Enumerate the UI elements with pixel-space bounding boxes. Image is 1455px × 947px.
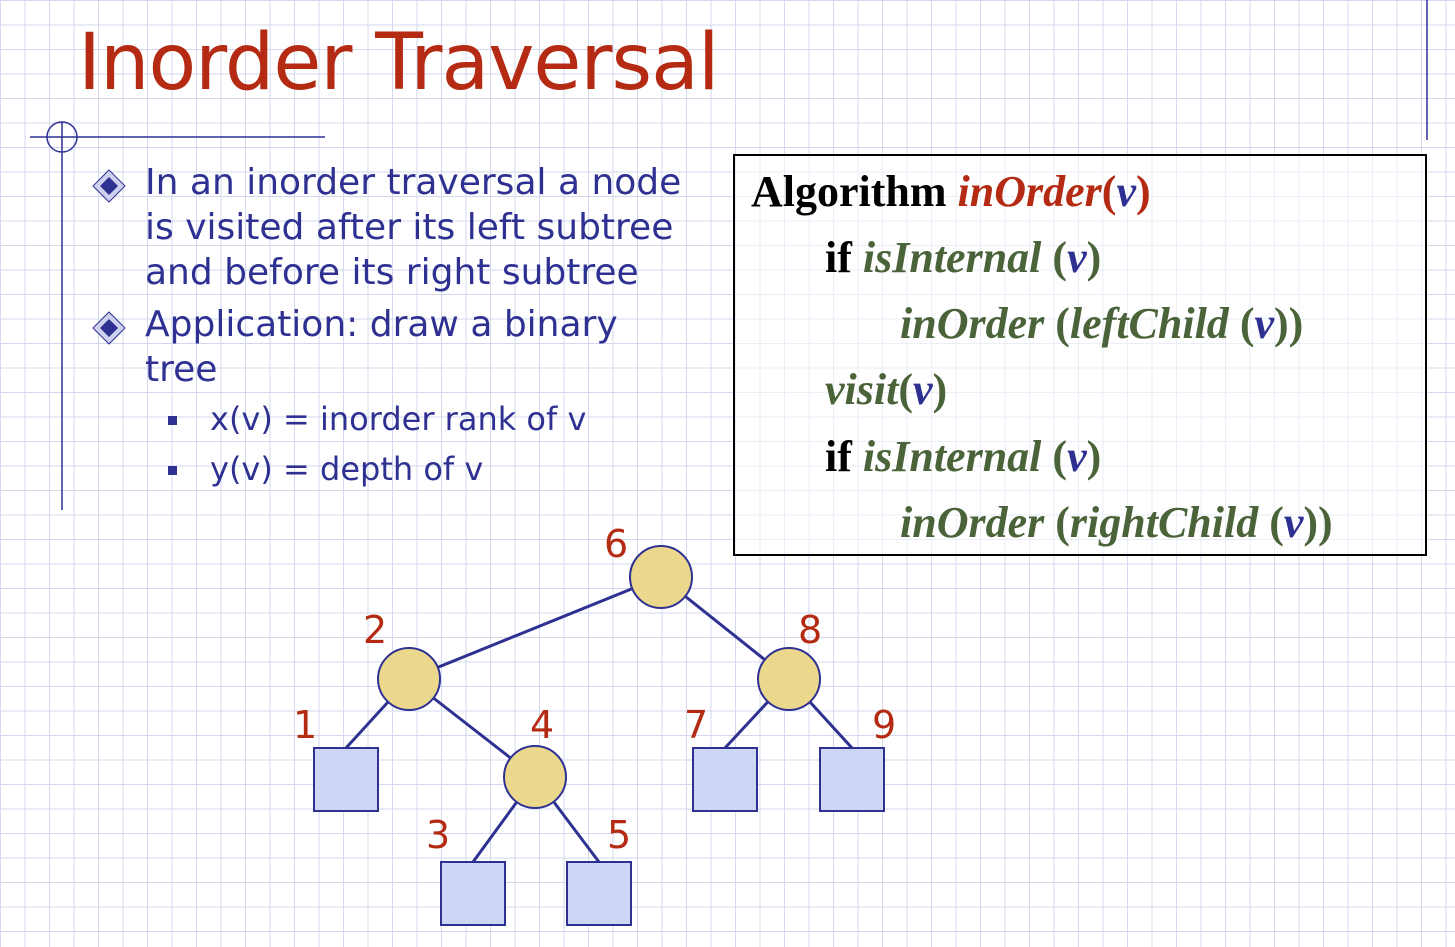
tree-node [377, 647, 441, 711]
tree-edges [344, 575, 854, 863]
tree-leaf [819, 747, 885, 812]
node-label: 2 [363, 608, 387, 652]
tree-node [503, 745, 567, 809]
node-label: 8 [798, 608, 822, 652]
binary-tree-diagram: 6 2 8 4 1 7 9 3 5 [293, 522, 896, 926]
tree-node [757, 647, 821, 711]
tree-node [629, 545, 693, 609]
leaf-label: 7 [684, 703, 708, 747]
tree-leaf [313, 747, 379, 812]
leaf-label: 1 [293, 703, 317, 747]
node-label: 6 [604, 522, 628, 566]
leaf-label: 9 [872, 703, 896, 747]
tree-leaf [692, 747, 758, 812]
edge [408, 575, 662, 681]
node-label: 4 [530, 703, 554, 747]
tree-leaf [440, 861, 506, 926]
tree-leaf [566, 861, 632, 926]
leaf-label: 5 [607, 813, 631, 857]
leaf-label: 3 [426, 813, 450, 857]
leaf-nodes [313, 747, 885, 926]
